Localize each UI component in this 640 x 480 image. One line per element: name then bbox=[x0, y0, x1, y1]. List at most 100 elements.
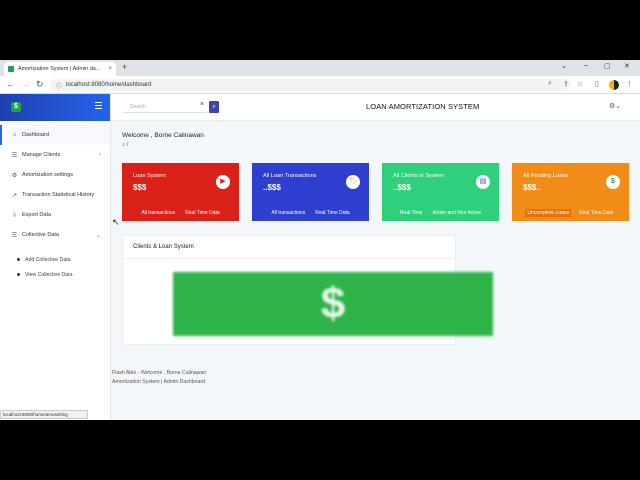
dollar-logo-icon: $ bbox=[11, 102, 21, 112]
card-value: ..$$$ bbox=[263, 183, 281, 192]
clear-search-icon[interactable]: × bbox=[200, 101, 204, 108]
footer-line: Flash Able - Welcome , Borne Calinawan bbox=[112, 370, 207, 376]
card-footer-label: Uncomplete Loans bbox=[525, 209, 572, 217]
database-icon: ▤ bbox=[476, 175, 490, 189]
search-input[interactable]: Search bbox=[123, 102, 207, 113]
dollar-icon: $ bbox=[606, 175, 620, 189]
status-url: localhost:8080/home/amosetting bbox=[0, 410, 88, 419]
zoom-icon[interactable]: ⌕ bbox=[548, 80, 552, 88]
card-title: All Loan Transactions bbox=[263, 173, 317, 179]
card-footer-label: Real Time Data bbox=[315, 210, 350, 216]
chart-icon: ↗ bbox=[11, 192, 18, 199]
card-footer: All transactions Real Time Data bbox=[252, 205, 369, 221]
sidebar-subitem-add-collective[interactable]: Add Collective Data bbox=[0, 252, 110, 267]
download-icon: ⇩ bbox=[11, 212, 18, 219]
mouse-cursor-icon: ↖ bbox=[112, 217, 120, 227]
favicon-icon bbox=[8, 66, 14, 72]
sidebar-subitem-view-collective[interactable]: View Collective Data bbox=[0, 267, 110, 282]
card-footer-label: Real Time bbox=[399, 210, 423, 216]
minimize-button[interactable]: – bbox=[584, 62, 588, 69]
card-all-clients[interactable]: All Clients in System ..$$$ ▤ Real Time … bbox=[382, 163, 499, 221]
top-header: Search × ⌕ LOAN AMORTIZATION SYSTEM ⚙⌄ bbox=[111, 94, 640, 121]
tab-bar: Amortization System | Admin da... × + ⌄ … bbox=[0, 60, 640, 76]
new-tab-button[interactable]: + bbox=[122, 62, 127, 72]
sidebar-item-amortization-settings[interactable]: ⚙ Amortization settings bbox=[0, 165, 110, 185]
tab-title: Amortization System | Admin da... bbox=[18, 66, 101, 72]
welcome-text: Welcome , Borne Calinawan bbox=[122, 132, 204, 139]
profile-avatar[interactable] bbox=[609, 80, 619, 90]
chevron-right-icon: › bbox=[99, 152, 101, 158]
page-title: LOAN AMORTIZATION SYSTEM bbox=[366, 102, 480, 111]
card-footer-label: Active and Non Active bbox=[432, 210, 482, 216]
card-value: $$$ bbox=[133, 183, 147, 192]
search-button[interactable]: ⌕ bbox=[209, 101, 219, 113]
share-icon[interactable]: ⇪ bbox=[563, 80, 569, 88]
card-footer-label: Real Time Data bbox=[185, 210, 220, 216]
clients-loan-panel: Clients & Loan System $ bbox=[122, 235, 493, 345]
sidebar-subitem-label: Add Collective Data bbox=[25, 256, 71, 263]
list-icon: ☰ bbox=[11, 232, 18, 239]
card-footer: Uncomplete Loans Real Time Data bbox=[512, 205, 629, 221]
url-field[interactable]: ⓘ localhost:8080/home/dashboard bbox=[50, 79, 570, 91]
url-text: localhost:8080/home/dashboard bbox=[66, 82, 152, 88]
dollar-banner-image: $ bbox=[173, 272, 493, 336]
card-title: All Pending Loans bbox=[523, 173, 569, 179]
settings-icon: ⚙ bbox=[11, 172, 18, 179]
sidebar-item-label: Transaction Statistical History bbox=[22, 192, 95, 198]
sidebar-item-label: Manage Clients bbox=[22, 152, 61, 158]
hamburger-icon[interactable] bbox=[95, 102, 102, 109]
sidepanel-icon[interactable]: ▯ bbox=[595, 80, 599, 88]
reload-icon[interactable]: ↻ bbox=[36, 79, 44, 90]
card-title: All Clients in System bbox=[393, 173, 444, 179]
card-footer-label: Real Time Data bbox=[579, 210, 614, 216]
bookmark-star-icon[interactable]: ☆ bbox=[577, 80, 583, 88]
bullet-icon bbox=[17, 258, 20, 261]
browser-tab[interactable]: Amortization System | Admin da... × bbox=[4, 62, 116, 76]
sidebar-subitem-label: View Collective Data bbox=[25, 271, 73, 278]
card-value: ..$$$ bbox=[393, 183, 411, 192]
gear-dropdown-icon[interactable]: ⚙⌄ bbox=[609, 102, 621, 110]
list-icon: ☰ bbox=[11, 152, 18, 159]
card-footer-label: All transactions bbox=[141, 210, 176, 216]
card-footer-label: All transactions bbox=[271, 210, 306, 216]
sidebar-item-label: Export Data bbox=[22, 212, 52, 218]
card-loan-system[interactable]: Loan System $$$ ▶ All transactions Real … bbox=[122, 163, 239, 221]
info-icon: ⓘ bbox=[56, 83, 63, 90]
browser-window: Amortization System | Admin da... × + ⌄ … bbox=[0, 60, 640, 420]
breadcrumb[interactable]: ⌂ / bbox=[122, 142, 128, 148]
home-icon: ⌂ bbox=[12, 132, 17, 138]
sidebar-brand: $ bbox=[0, 94, 110, 121]
sidebar-item-dashboard[interactable]: ⌂ Dashboard bbox=[0, 125, 110, 145]
sidebar: $ ⌂ Dashboard ☰ Manage Clients › ⚙ Amort… bbox=[0, 94, 111, 420]
page-footer: Flash Able - Welcome , Borne Calinawan A… bbox=[112, 369, 206, 387]
card-footer: Real Time Active and Non Active bbox=[382, 205, 499, 221]
sidebar-item-collective-data[interactable]: ☰ Collective Data ⌄ bbox=[0, 225, 110, 245]
chevron-down-icon: ⌄ bbox=[95, 232, 101, 239]
card-all-loan-transactions[interactable]: All Loan Transactions ..$$$ 🏷 All transa… bbox=[252, 163, 369, 221]
card-value: $$$.. bbox=[523, 183, 541, 192]
card-title: Loan System bbox=[133, 173, 166, 179]
sidebar-item-transaction-history[interactable]: ↗ Transaction Statistical History bbox=[0, 185, 110, 205]
tab-close-icon[interactable]: × bbox=[108, 66, 112, 72]
back-icon[interactable]: ← bbox=[6, 79, 15, 89]
play-icon: ▶ bbox=[216, 175, 230, 189]
card-footer: All transactions Real Time Data bbox=[122, 205, 239, 221]
close-window-button[interactable]: ✕ bbox=[624, 62, 630, 70]
tab-search-icon[interactable]: ⌄ bbox=[561, 62, 567, 70]
menu-kebab-icon[interactable]: ⋮ bbox=[626, 80, 633, 88]
sidebar-item-label: Collective Data bbox=[22, 232, 59, 238]
tag-icon: 🏷 bbox=[346, 175, 360, 189]
footer-line: Amortization System | Admin Dashboard bbox=[112, 379, 206, 385]
card-pending-loans[interactable]: All Pending Loans $$$.. $ Uncomplete Loa… bbox=[512, 163, 629, 221]
bullet-icon bbox=[17, 273, 20, 276]
sidebar-item-export-data[interactable]: ⇩ Export Data bbox=[0, 205, 110, 225]
address-toolbar: ← → ↻ ⓘ localhost:8080/home/dashboard ⌕ … bbox=[0, 76, 640, 94]
restore-button[interactable]: ▢ bbox=[604, 62, 611, 70]
forward-icon[interactable]: → bbox=[21, 79, 30, 89]
sidebar-item-manage-clients[interactable]: ☰ Manage Clients › bbox=[0, 145, 110, 165]
sidebar-item-label: Dashboard bbox=[22, 132, 49, 138]
panel-title: Clients & Loan System bbox=[133, 244, 194, 250]
panel-divider bbox=[123, 258, 455, 259]
sidebar-item-label: Amortization settings bbox=[22, 172, 74, 178]
dollar-sign-icon: $ bbox=[320, 279, 346, 328]
